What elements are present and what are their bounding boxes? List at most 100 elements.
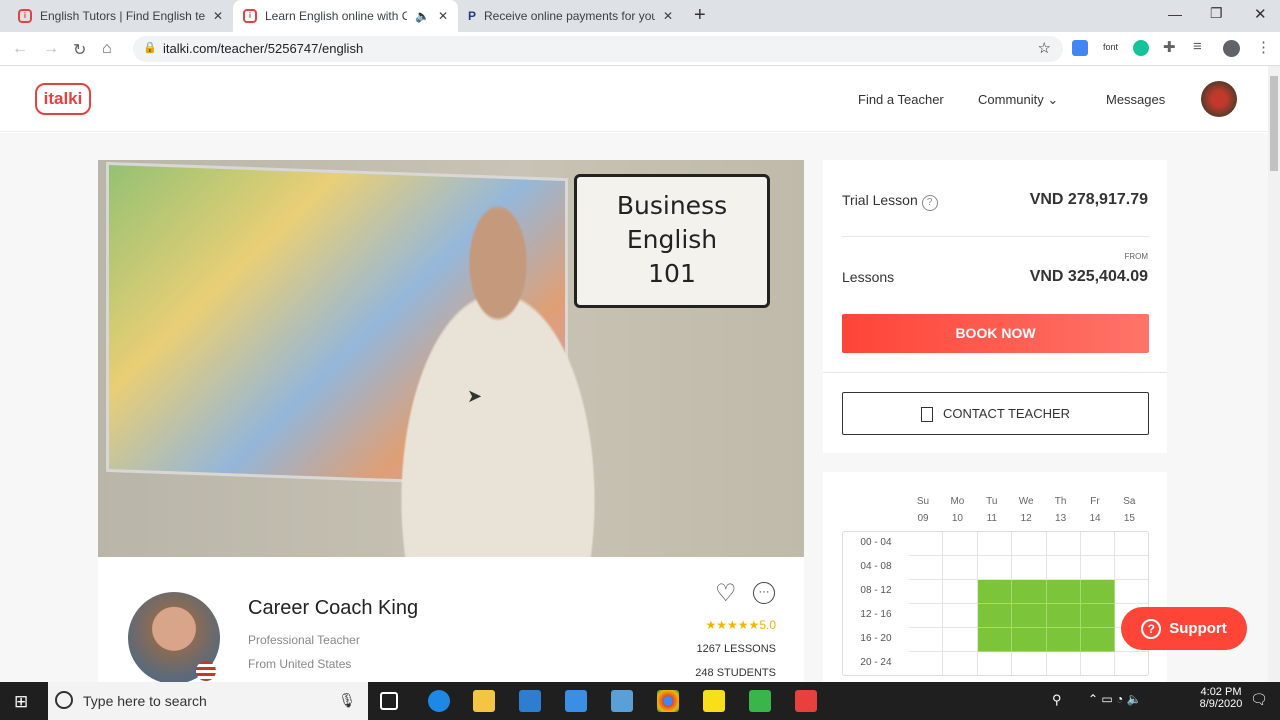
unavailable-slot[interactable] — [977, 556, 1013, 580]
book-now-button[interactable]: BOOK NOW — [842, 314, 1149, 353]
available-slot[interactable] — [977, 580, 1013, 604]
close-tab-icon[interactable]: ✕ — [663, 9, 673, 23]
unavailable-slot[interactable] — [909, 532, 944, 556]
extensions-icon[interactable]: ✚ — [1163, 38, 1176, 56]
app-icon[interactable] — [611, 690, 633, 712]
font-extension-icon[interactable]: font — [1103, 42, 1118, 52]
unavailable-slot[interactable] — [1046, 532, 1081, 556]
unavailable-slot[interactable] — [943, 580, 978, 604]
available-slot[interactable] — [1046, 628, 1081, 652]
system-tray-icons[interactable]: ⌃ ▭ ◔ 🔈 — [1088, 692, 1142, 706]
chrome-icon[interactable] — [657, 690, 679, 712]
windows-start-icon[interactable]: ⊞ — [14, 692, 28, 712]
home-icon[interactable]: ⌂ — [102, 40, 112, 58]
taskbar-search-input[interactable]: Type here to search 🎙 — [48, 682, 368, 720]
sticky-notes-icon[interactable] — [703, 690, 725, 712]
unavailable-slot[interactable] — [1047, 652, 1081, 675]
available-slot[interactable] — [1012, 580, 1047, 604]
close-window-button[interactable]: ✕ — [1254, 5, 1267, 23]
italki-favicon-icon: i — [243, 9, 257, 23]
file-explorer-icon[interactable] — [473, 690, 495, 712]
close-tab-icon[interactable]: ✕ — [438, 9, 448, 23]
forward-icon[interactable]: → — [43, 40, 59, 58]
edge-icon[interactable] — [428, 690, 450, 712]
unavailable-slot[interactable] — [909, 556, 944, 580]
help-icon[interactable]: ? — [921, 195, 938, 211]
unavailable-slot[interactable] — [943, 532, 978, 556]
heart-icon[interactable]: ♡ — [715, 579, 737, 608]
unavailable-slot[interactable] — [909, 628, 944, 652]
unavailable-slot[interactable] — [1046, 556, 1081, 580]
close-tab-icon[interactable]: ✕ — [213, 9, 223, 23]
back-icon[interactable]: ← — [12, 40, 28, 58]
microphone-icon[interactable]: 🎙 — [338, 692, 356, 709]
available-slot[interactable] — [1081, 628, 1116, 652]
unavailable-slot[interactable] — [977, 532, 1013, 556]
unavailable-slot[interactable] — [943, 604, 978, 628]
notifications-icon[interactable]: 🗨 — [1250, 691, 1268, 708]
profile-icon[interactable] — [1223, 40, 1240, 57]
unavailable-slot[interactable] — [1012, 556, 1047, 580]
page-scrollbar[interactable] — [1268, 66, 1280, 682]
speaker-icon[interactable]: 🔈 — [415, 9, 430, 23]
clock[interactable]: 4:02 PM 8/9/2020 — [1196, 686, 1246, 710]
minimize-button[interactable]: — — [1168, 6, 1182, 22]
available-slot[interactable] — [1012, 628, 1047, 652]
user-avatar[interactable] — [1201, 81, 1237, 117]
url-input[interactable]: 🔒 italki.com/teacher/5256747/english ☆ — [133, 36, 1063, 62]
unavailable-slot[interactable] — [1115, 580, 1148, 604]
available-slot[interactable] — [1081, 604, 1116, 628]
unavailable-slot[interactable] — [909, 604, 944, 628]
people-icon[interactable]: ⚲ — [1052, 692, 1062, 708]
available-slot[interactable] — [977, 604, 1013, 628]
camtasia-icon[interactable] — [749, 690, 771, 712]
available-slot[interactable] — [1046, 580, 1081, 604]
recorder-icon[interactable] — [795, 690, 817, 712]
unavailable-slot[interactable] — [943, 556, 978, 580]
unavailable-slot[interactable] — [943, 652, 978, 675]
unavailable-slot[interactable] — [1081, 556, 1116, 580]
tab-english-tutors[interactable]: i English Tutors | Find English teac ✕ — [8, 0, 233, 32]
available-slot[interactable] — [977, 628, 1013, 652]
tab-learn-english[interactable]: i Learn English online with Ca 🔈 ✕ — [233, 0, 458, 32]
nav-find-teacher[interactable]: Find a Teacher — [858, 92, 944, 107]
reading-list-icon[interactable]: ≡ — [1193, 38, 1202, 55]
unavailable-slot[interactable] — [1081, 532, 1116, 556]
mail-icon[interactable] — [565, 690, 587, 712]
unavailable-slot[interactable] — [1081, 652, 1116, 675]
unavailable-slot[interactable] — [909, 652, 944, 675]
task-view-icon[interactable] — [380, 692, 398, 710]
restore-button[interactable]: ❐ — [1210, 5, 1223, 22]
unavailable-slot[interactable] — [978, 652, 1013, 675]
grammarly-icon[interactable] — [1133, 40, 1149, 56]
more-options-icon[interactable]: ··· — [753, 582, 775, 604]
time-slot-label: 12 - 16 — [860, 609, 892, 620]
available-slot[interactable] — [1046, 604, 1081, 628]
nav-community[interactable]: Community ⌄ — [978, 92, 1058, 108]
support-button[interactable]: ? Support — [1121, 607, 1247, 650]
tab-paypal[interactable]: P Receive online payments for you ✕ — [458, 0, 683, 32]
unavailable-slot[interactable] — [909, 580, 944, 604]
availability-calendar: 00 - 04 04 - 08 08 - 12 12 - 16 16 - 20 20 - … — [823, 472, 1167, 687]
intro-video[interactable]: Business English 101 ➤ — [98, 160, 804, 557]
unavailable-slot[interactable] — [1012, 652, 1047, 675]
translate-extension-icon[interactable] — [1072, 40, 1088, 56]
new-tab-button[interactable]: + — [694, 4, 706, 27]
available-slot[interactable] — [1012, 604, 1047, 628]
contact-teacher-button[interactable]: CONTACT TEACHER — [842, 392, 1149, 435]
calendar-day-header: Th 13 — [1054, 496, 1067, 524]
available-slot[interactable] — [1081, 580, 1116, 604]
reload-icon[interactable]: ↻ — [73, 40, 86, 60]
menu-icon[interactable]: ⋮ — [1256, 38, 1271, 56]
lessons-label: Lessons — [842, 269, 895, 285]
unavailable-slot[interactable] — [1115, 556, 1148, 580]
italki-logo[interactable]: italki — [35, 83, 91, 115]
unavailable-slot[interactable] — [943, 628, 978, 652]
unavailable-slot[interactable] — [1115, 652, 1148, 675]
store-icon[interactable] — [519, 690, 541, 712]
nav-messages[interactable]: Messages — [1106, 92, 1165, 107]
unavailable-slot[interactable] — [1115, 532, 1148, 556]
calendar-day-header: Su 09 — [916, 496, 930, 524]
star-icon[interactable]: ☆ — [1038, 39, 1051, 57]
unavailable-slot[interactable] — [1012, 532, 1047, 556]
